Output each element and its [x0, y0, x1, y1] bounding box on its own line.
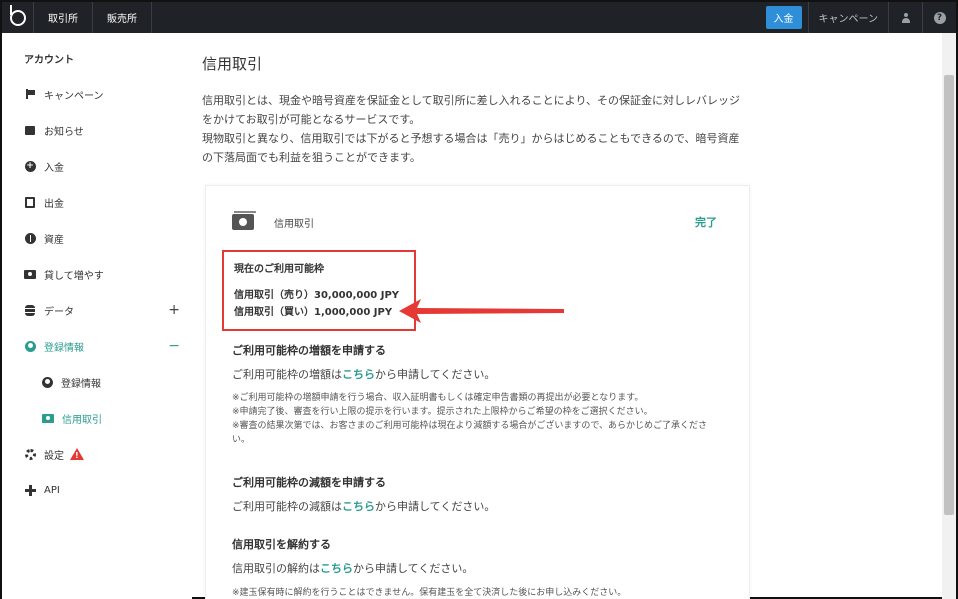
cancel-text-post: から申請してください。: [353, 562, 474, 575]
note-line: ※ご利用可能枠の増額申請を行う場合、収入証明書もしくは確定申告書類の再提出が必要…: [232, 393, 644, 403]
increase-text: ご利用可能枠の増額はこちらから申請してください。: [232, 366, 495, 382]
note-line: い。: [232, 435, 251, 445]
sidebar-item-data[interactable]: データ +: [24, 301, 184, 319]
sidebar-item-campaign[interactable]: キャンペーン: [24, 85, 184, 103]
withdraw-icon: [25, 196, 35, 208]
scroll-thumb[interactable]: [944, 75, 954, 515]
cancel-text: 信用取引の解約はこちらから申請してください。: [232, 560, 473, 576]
note-line: ※審査の結果次第では、お客さまのご利用可能枠は現在より減額する場合がございますの…: [232, 421, 708, 431]
sidebar-subitem-label: 登録情報: [61, 378, 101, 390]
scrollbar[interactable]: [942, 33, 956, 599]
limit-sell: 信用取引（売り）30,000,000 JPY: [234, 290, 400, 301]
main-content: 信用取引 信用取引とは、現金や暗号資産を保証金として取引所に差し入れることにより…: [202, 33, 942, 599]
intro-line: をかけてお取引が可能となるサービスです。: [202, 113, 421, 126]
sidebar-item-label: 貸して増やす: [44, 270, 104, 282]
sidebar-item-lending[interactable]: 貸して増やす: [24, 265, 184, 283]
increase-text-pre: ご利用可能枠の増額は: [232, 368, 342, 381]
available-limit-box: 現在のご利用可能枠 信用取引（売り）30,000,000 JPY 信用取引（買い…: [222, 250, 416, 331]
nav-sales[interactable]: 販売所: [92, 2, 152, 33]
top-nav: 取引所 販売所: [33, 2, 152, 33]
decrease-link[interactable]: こちら: [342, 500, 375, 513]
sidebar-item-assets[interactable]: 資産: [24, 229, 184, 247]
sidebar-item-news[interactable]: お知らせ: [24, 121, 184, 139]
sidebar-item-label: キャンペーン: [44, 90, 104, 102]
lend-icon: [24, 269, 36, 279]
database-icon: [25, 304, 35, 316]
user-circle-icon: [24, 340, 36, 352]
sidebar-item-api[interactable]: API: [24, 481, 184, 499]
sidebar-item-label: 登録情報: [44, 342, 84, 354]
sidebar-subitem-margin-trading[interactable]: 信用取引: [42, 409, 102, 427]
user-circle-icon: [42, 376, 53, 388]
page-title: 信用取引: [202, 55, 263, 73]
increase-link[interactable]: こちら: [342, 368, 375, 381]
status-badge: 完了: [695, 216, 717, 229]
api-icon: [24, 484, 36, 496]
sidebar-subitem-registration[interactable]: 登録情報: [42, 373, 101, 391]
card-header: 信用取引 完了: [232, 211, 717, 230]
warning-icon: !: [70, 448, 84, 460]
cancel-link[interactable]: こちら: [320, 562, 353, 575]
sidebar-item-settings[interactable]: 設定 !: [24, 445, 184, 463]
nav-exchange[interactable]: 取引所: [33, 2, 92, 33]
sidebar-item-label: 出金: [44, 198, 64, 210]
sidebar-item-label: 入金: [44, 162, 64, 174]
pie-icon: [24, 232, 36, 244]
note-line: ※申請完了後、審査を行い上限の提示を行います。提示された上限枠からご希望の枠をご…: [232, 407, 653, 417]
card-label: 信用取引: [274, 218, 314, 230]
campaign-link[interactable]: キャンペーン: [807, 2, 889, 33]
decrease-title: ご利用可能枠の減額を申請する: [232, 476, 386, 489]
plus-circle-icon: +: [24, 160, 36, 172]
flag-icon: [25, 89, 35, 99]
help-icon[interactable]: ?: [922, 2, 956, 33]
margin-trading-card: 信用取引 完了 現在のご利用可能枠 信用取引（売り）30,000,000 JPY…: [205, 185, 750, 599]
deposit-button[interactable]: 入金: [765, 6, 802, 29]
expand-plus-icon[interactable]: +: [168, 302, 180, 318]
red-arrow-annotation: [399, 299, 564, 323]
sidebar-item-label: お知らせ: [44, 126, 84, 138]
sidebar: アカウント キャンペーン お知らせ + 入金 出金 資産 貸して増やす データ …: [2, 33, 192, 599]
cancel-title: 信用取引を解約する: [232, 538, 331, 551]
sidebar-item-label: API: [44, 484, 60, 496]
intro-line: の下落局面でも利益を狙うことができます。: [202, 151, 421, 164]
sidebar-item-registration[interactable]: 登録情報 −: [24, 337, 184, 355]
top-bar: 取引所 販売所 入金 キャンペーン ?: [2, 2, 956, 33]
decrease-text-post: から申請してください。: [375, 500, 496, 513]
decrease-text: ご利用可能枠の減額はこちらから申請してください。: [232, 498, 495, 514]
increase-title: ご利用可能枠の増額を申請する: [232, 344, 386, 357]
cash-icon: [232, 211, 256, 230]
cancel-text-pre: 信用取引の解約は: [232, 562, 320, 575]
intro-line: 信用取引とは、現金や暗号資産を保証金として取引所に差し入れることにより、その保証…: [202, 94, 741, 107]
gear-icon: [24, 448, 36, 460]
increase-notes: ※ご利用可能枠の増額申請を行う場合、収入証明書もしくは確定申告書類の再提出が必要…: [232, 391, 717, 447]
intro-line: 現物取引と異なり、信用取引では下がると予想する場合は「売り」からはじめることもで…: [202, 132, 740, 145]
sidebar-item-withdraw[interactable]: 出金: [24, 193, 184, 211]
logo-icon[interactable]: [2, 2, 33, 33]
collapse-minus-icon[interactable]: −: [168, 338, 180, 354]
decrease-text-pre: ご利用可能枠の減額は: [232, 500, 342, 513]
sidebar-subitem-label: 信用取引: [62, 414, 102, 426]
user-icon[interactable]: [888, 2, 922, 33]
intro-text: 信用取引とは、現金や暗号資産を保証金として取引所に差し入れることにより、その保証…: [202, 91, 762, 167]
cash-icon: [42, 413, 54, 423]
sidebar-heading: アカウント: [24, 55, 74, 66]
limit-buy: 信用取引（買い）1,000,000 JPY: [234, 307, 393, 318]
top-right: 入金 キャンペーン ?: [765, 2, 957, 33]
sidebar-item-label: データ: [44, 306, 74, 318]
sidebar-item-label: 資産: [44, 234, 64, 246]
message-icon: [25, 125, 35, 135]
limit-title: 現在のご利用可能枠: [234, 264, 324, 275]
sidebar-item-label: 設定: [44, 450, 64, 462]
increase-text-post: から申請してください。: [375, 368, 496, 381]
cancel-note: ※建玉保有時に解約を行うことはできません。保有建玉を全て決済した後にお申し込みく…: [232, 588, 627, 598]
sidebar-item-deposit[interactable]: + 入金: [24, 157, 184, 175]
